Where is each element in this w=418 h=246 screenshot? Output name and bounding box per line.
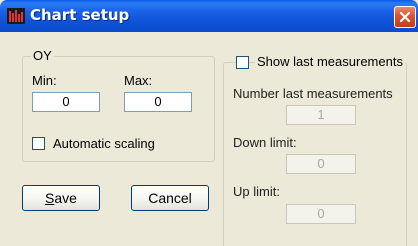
min-input[interactable]: 0 <box>32 92 100 112</box>
show-last-measurements-checkbox[interactable] <box>236 56 249 69</box>
down-limit-label: Down limit: <box>233 135 297 150</box>
automatic-scaling-label[interactable]: Automatic scaling <box>53 136 155 151</box>
automatic-scaling-checkbox[interactable] <box>32 137 45 150</box>
up-limit-input[interactable]: 0 <box>286 204 356 224</box>
up-limit-label: Up limit: <box>233 184 280 199</box>
save-label: ave <box>54 190 77 206</box>
number-last-measurements-input[interactable]: 1 <box>286 105 356 125</box>
save-button[interactable]: Save <box>22 185 100 211</box>
dialog-body: OY Min: 0 Max: 0 Automatic scaling Save … <box>0 32 418 246</box>
cancel-button[interactable]: Cancel <box>131 185 209 211</box>
down-limit-input[interactable]: 0 <box>286 154 356 174</box>
window-title: Chart setup <box>30 6 130 24</box>
title-bar[interactable]: Chart setup <box>0 0 418 32</box>
oy-group-label: OY <box>31 48 54 63</box>
max-label: Max: <box>124 73 153 88</box>
show-last-measurements-label[interactable]: Show last measurements <box>255 54 405 69</box>
max-input[interactable]: 0 <box>124 92 192 112</box>
min-label: Min: <box>32 73 57 88</box>
close-button[interactable] <box>394 6 416 28</box>
save-mnemonic: S <box>45 190 55 206</box>
number-last-measurements-label: Number last measurements <box>233 86 393 101</box>
chart-bars-icon <box>7 8 25 24</box>
chart-setup-dialog: Chart setup OY Min: 0 Max: 0 Automatic s… <box>0 0 418 246</box>
